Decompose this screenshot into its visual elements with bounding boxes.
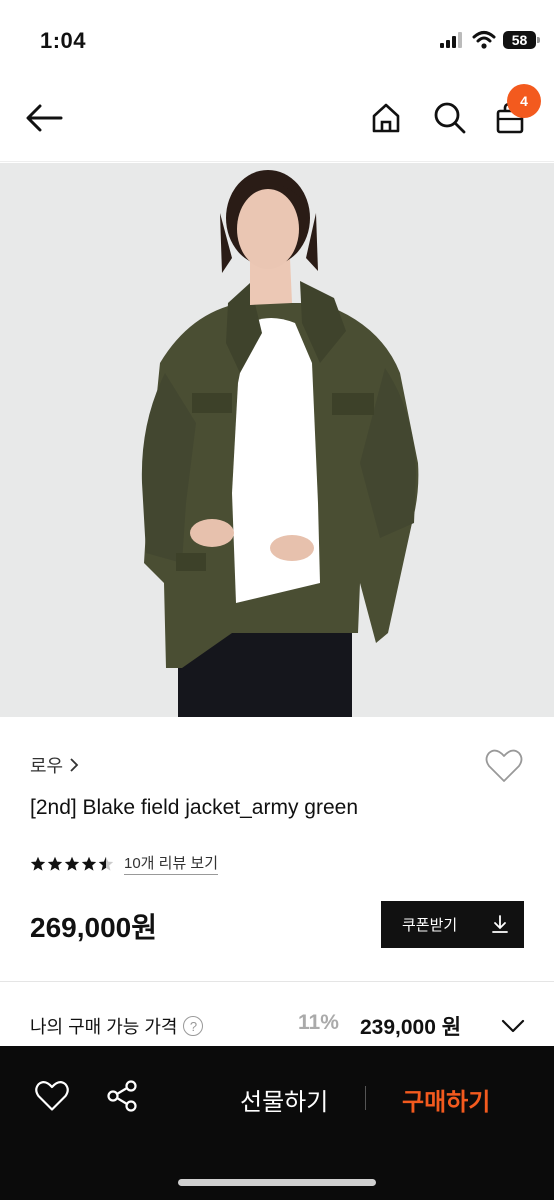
cellular-signal-icon (440, 32, 462, 48)
help-icon[interactable]: ? (183, 1016, 204, 1036)
search-icon (434, 102, 466, 134)
product-price: 269,000원 (30, 912, 157, 943)
heart-icon (35, 1081, 69, 1111)
review-link[interactable]: 10개 리뷰 보기 (124, 852, 219, 875)
share-button[interactable] (104, 1078, 144, 1118)
back-button[interactable] (24, 98, 64, 138)
product-title: [2nd] Blake field jacket_army green (30, 796, 359, 819)
home-icon (372, 103, 400, 133)
my-price-expand-button[interactable] (500, 1013, 526, 1039)
battery-cap (537, 37, 540, 43)
half-star-icon (98, 856, 114, 871)
wifi-icon (472, 31, 496, 49)
download-icon (492, 915, 508, 933)
share-icon (107, 1080, 137, 1112)
search-button[interactable] (430, 98, 470, 138)
status-bar: 1:04 58 (0, 0, 554, 80)
my-price-label: 나의 구매 가능 가격 ? (30, 1013, 204, 1039)
star-icon (81, 856, 97, 871)
rating-row: 10개 리뷰 보기 (30, 852, 219, 875)
bottom-bar-separator (365, 1086, 366, 1110)
back-arrow-icon (26, 104, 63, 132)
home-indicator[interactable] (178, 1179, 376, 1186)
battery-indicator: 58 (503, 31, 536, 49)
star-icon (30, 856, 46, 871)
brand-name: 로우 (30, 756, 64, 776)
chevron-right-icon (70, 758, 79, 772)
chevron-down-icon (501, 1019, 525, 1033)
coupon-button[interactable]: 쿠폰받기 (381, 901, 524, 948)
coupon-label: 쿠폰받기 (402, 917, 458, 934)
buy-button[interactable]: 구매하기 (402, 1082, 490, 1117)
star-icon (47, 856, 63, 871)
my-price-label-text: 나의 구매 가능 가격 (30, 1017, 178, 1037)
model-photo (0, 163, 554, 717)
discount-rate: 11% (298, 1011, 339, 1034)
cart-count-badge: 4 (507, 84, 541, 118)
star-icon (64, 856, 80, 871)
brand-link[interactable]: 로우 (30, 752, 79, 778)
star-rating (30, 856, 114, 872)
gift-button[interactable]: 선물하기 (240, 1082, 328, 1117)
home-button[interactable] (366, 98, 406, 138)
status-time: 1:04 (40, 28, 87, 53)
heart-icon (485, 749, 523, 782)
top-nav-bar (0, 80, 554, 162)
product-image[interactable] (0, 163, 554, 717)
bottom-action-bar: 선물하기 구매하기 (0, 1046, 554, 1200)
section-divider (0, 981, 554, 982)
my-price-value: 239,000 원 (360, 1016, 462, 1039)
wishlist-button[interactable] (484, 746, 524, 786)
bottom-wishlist-button[interactable] (34, 1078, 74, 1118)
